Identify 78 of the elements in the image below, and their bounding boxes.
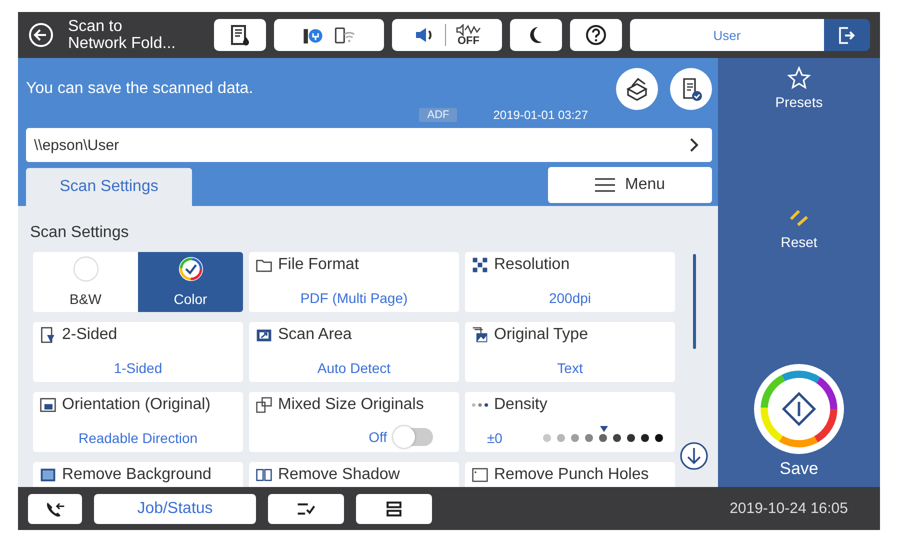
setting-value: Auto Detect: [316, 360, 392, 378]
setting-card[interactable]: 2-Sided 1-Sided: [33, 322, 243, 382]
help-icon: [585, 24, 607, 46]
document-check-button[interactable]: [670, 68, 712, 110]
two-panels-icon: [255, 466, 273, 484]
user-field[interactable]: User: [630, 19, 824, 51]
orientation-icon: [39, 396, 57, 414]
setting-label: Remove Background: [62, 466, 212, 484]
screen-title: Scan to Network Fold...: [68, 18, 177, 52]
setting-card[interactable]: Resolution 200dpi: [465, 252, 675, 312]
back-icon[interactable]: [28, 22, 54, 48]
setting-value: Text: [556, 360, 584, 378]
setting-card[interactable]: Original Type Text: [465, 322, 675, 382]
help-button[interactable]: [570, 19, 622, 51]
ink-icon: [229, 24, 251, 46]
setting-value: PDF (Multi Page): [299, 290, 409, 308]
section-title: Scan Settings: [30, 224, 130, 242]
setting-label: Remove Punch Holes: [494, 466, 649, 484]
two-sided-icon: [39, 326, 57, 344]
setting-value: ±0: [487, 430, 502, 446]
overlapping-pages-icon: [255, 396, 273, 414]
setting-card[interactable]: Orientation (Original) Readable Direction: [33, 392, 243, 452]
quiet-mode-off-indicator: OFF: [456, 24, 482, 46]
scanner-button[interactable]: [616, 68, 658, 110]
chevron-right-icon: [688, 137, 700, 153]
star-icon: [787, 66, 811, 90]
full-color-option[interactable]: Color: [138, 252, 243, 312]
setting-card[interactable]: Remove Background: [33, 462, 243, 487]
dots-icon: [471, 402, 489, 408]
tab[interactable]: Scan Settings: [26, 168, 192, 206]
menu-icon: [594, 178, 615, 192]
sound-button[interactable]: OFF: [392, 19, 502, 51]
setting-label: File Format: [278, 256, 359, 274]
network-status-button[interactable]: [274, 19, 384, 51]
job-list-button[interactable]: [268, 494, 344, 524]
setting-card[interactable]: File Format PDF (Multi Page): [249, 252, 459, 312]
page-icon: [471, 466, 489, 484]
destination-field[interactable]: \\epson\User: [26, 128, 712, 162]
setting-card[interactable]: Mixed Size Originals Off: [249, 392, 459, 452]
setting-label: Scan Area: [278, 326, 352, 344]
setting-label: Density: [494, 396, 548, 414]
image-document-icon: [471, 326, 489, 344]
presets-button[interactable]: Presets: [775, 66, 823, 110]
logout-button[interactable]: [824, 19, 870, 51]
toggle-switch[interactable]: [395, 428, 433, 446]
ink-status-button[interactable]: [214, 19, 266, 51]
date-time: 2019-01-01 03:27: [493, 108, 588, 122]
adf-indicator: ADF: [419, 108, 458, 122]
sleep-button[interactable]: [510, 19, 562, 51]
fax-button[interactable]: [28, 494, 82, 524]
setting-label: 2-Sided: [62, 326, 118, 344]
setting-label: Original Type: [494, 326, 588, 344]
setting-value: Off: [368, 429, 387, 445]
setting-card[interactable]: Scan Area Auto Detect: [249, 322, 459, 382]
image-icon: [39, 466, 57, 484]
setting-card[interactable]: Remove Shadow: [249, 462, 459, 487]
setting-label: Mixed Size Originals: [278, 396, 424, 414]
job-status-button[interactable]: Job/Status: [94, 494, 256, 524]
setting-card[interactable]: Remove Punch Holes: [465, 462, 675, 487]
setting-value: 1-Sided: [112, 360, 164, 378]
save-button[interactable]: Save: [753, 363, 845, 479]
start-icon: [753, 363, 845, 455]
tray-button[interactable]: [356, 494, 432, 524]
menu-button[interactable]: Menu: [548, 167, 712, 203]
scroll-bar[interactable]: [692, 254, 696, 349]
scroll-down-icon[interactable]: [679, 441, 709, 471]
setting-value: Readable Direction: [77, 430, 199, 448]
date-time: 2019-10-24 16:05: [730, 500, 849, 517]
setting-value: 200dpi: [548, 290, 592, 308]
setting-label: Resolution: [494, 256, 570, 274]
empty-circle-icon: [72, 255, 100, 283]
check-circle-icon: [176, 255, 204, 283]
status-message: You can save the scanned data.: [26, 80, 254, 98]
grid-squares-icon: [471, 256, 489, 274]
setting-label: Orientation (Original): [62, 396, 210, 414]
setting-card[interactable]: Density ±0: [465, 392, 675, 452]
setting-label: Remove Shadow: [278, 466, 400, 484]
reset-button[interactable]: Reset: [780, 206, 818, 250]
